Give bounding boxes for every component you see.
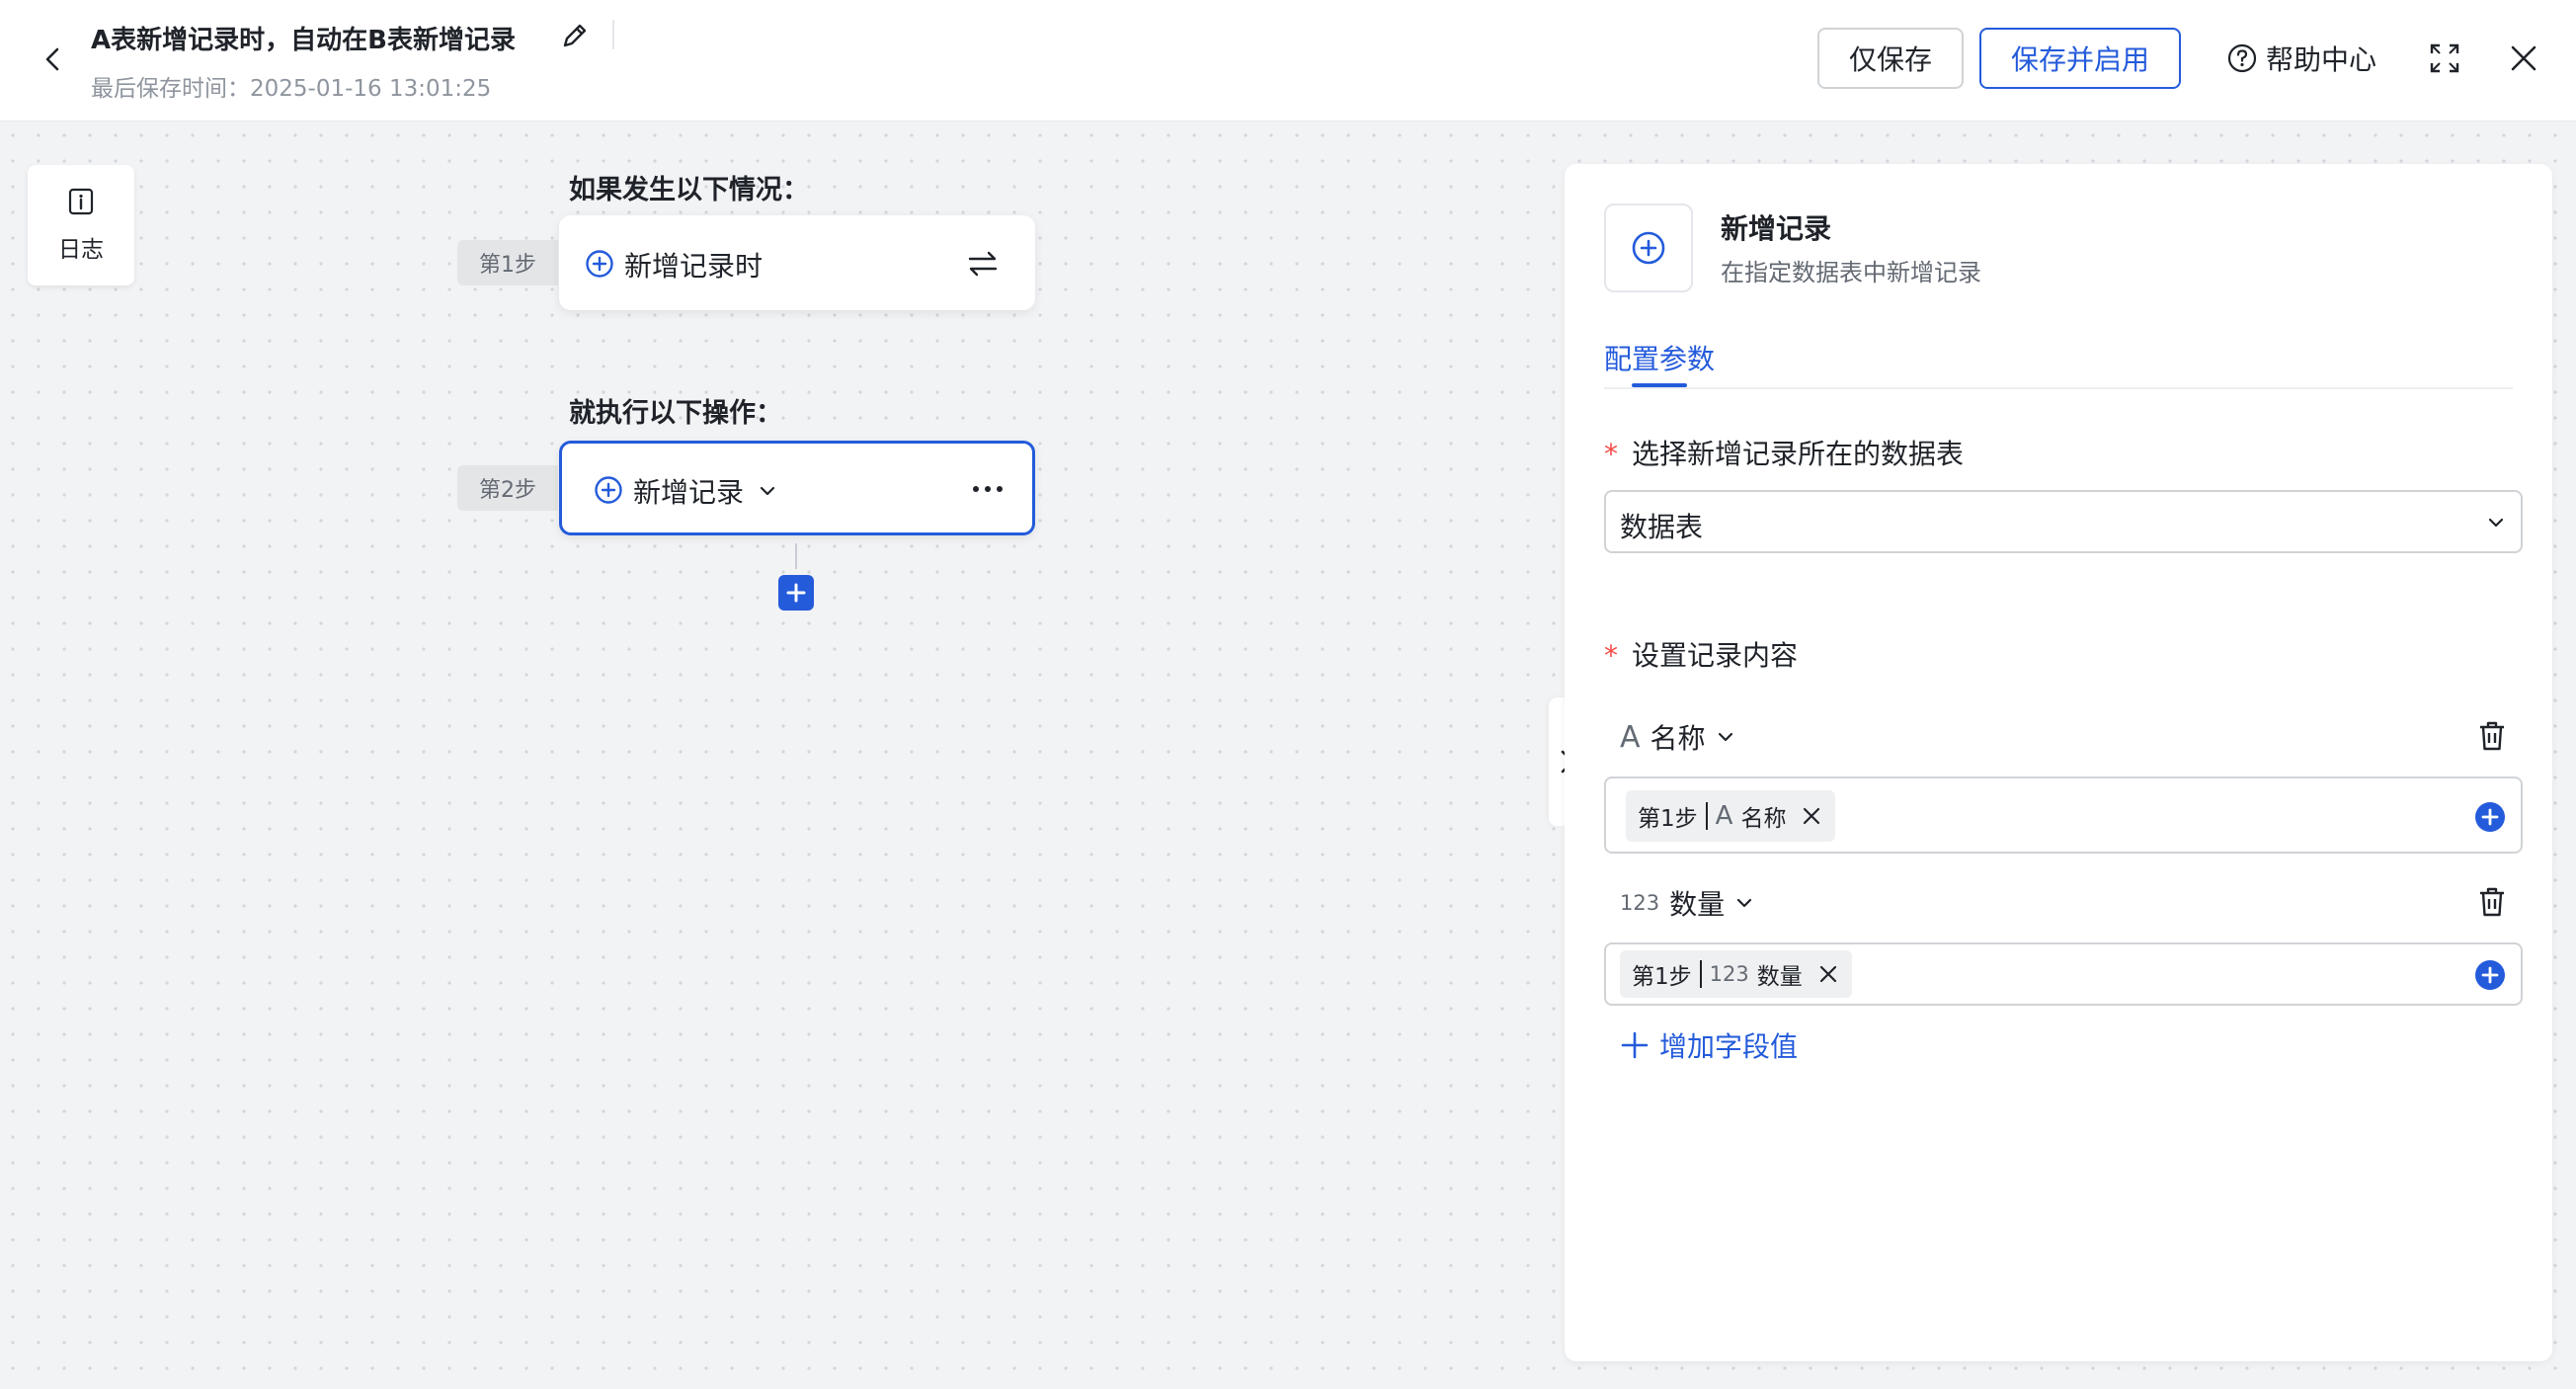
table-select-value: 数据表	[1620, 511, 1704, 543]
action-heading: 就执行以下操作：	[569, 398, 782, 429]
chevron-down-icon	[1718, 732, 1732, 742]
insert-reference-icon[interactable]	[2473, 958, 2507, 992]
tab-config-params[interactable]: 配置参数	[1604, 338, 1715, 377]
chip-field-name: 数量	[1756, 964, 1803, 990]
plus-circle-icon	[595, 476, 622, 504]
panel-title: 新增记录	[1721, 212, 1832, 245]
chip-field-name: 名称	[1740, 806, 1787, 832]
action-node-label: 新增记录	[633, 476, 745, 509]
trash-icon	[2480, 721, 2504, 751]
pencil-icon	[563, 24, 587, 47]
last-saved-info: 最后保存时间：2025-01-16 13:01:25	[91, 69, 491, 103]
title-divider	[612, 20, 614, 49]
last-saved-time: 2025-01-16 13:01:25	[250, 76, 492, 102]
fullscreen-button[interactable]	[2428, 41, 2461, 75]
field-value-box[interactable]: 第1步 123 数量	[1604, 942, 2523, 1006]
field-name: 名称	[1650, 722, 1706, 755]
node-connector	[795, 543, 797, 569]
chevron-down-icon[interactable]	[758, 481, 777, 501]
table-field-label: * 选择新增记录所在的数据表	[1604, 433, 1964, 472]
chip-step: 第1步	[1638, 806, 1698, 832]
trigger-node-label: 新增记录时	[624, 250, 764, 283]
table-select[interactable]: 数据表	[1604, 490, 2523, 553]
content-field-label: * 设置记录内容	[1604, 634, 1798, 674]
chip-step: 第1步	[1632, 964, 1692, 990]
step-1-tag: 第1步	[457, 240, 558, 286]
close-button[interactable]	[2507, 41, 2540, 75]
text-type-icon: A	[1715, 801, 1733, 831]
field-value-box[interactable]: 第1步 A 名称	[1604, 776, 2523, 854]
delete-field-button[interactable]	[2475, 885, 2509, 919]
plus-circle-icon	[1632, 231, 1665, 265]
chevron-down-icon	[2488, 518, 2504, 528]
help-center-label: 帮助中心	[2266, 43, 2377, 76]
help-center-link[interactable]: 帮助中心	[2226, 38, 2376, 79]
info-doc-icon	[68, 188, 94, 215]
config-panel: 新增记录 在指定数据表中新增记录 配置参数 * 选择新增记录所在的数据表 数据表 …	[1565, 164, 2552, 1361]
text-type-icon: A	[1620, 719, 1641, 755]
add-step-button[interactable]	[778, 575, 814, 611]
chevron-left-icon	[45, 47, 59, 71]
action-type-icon-box	[1604, 204, 1693, 292]
expand-icon	[2430, 43, 2459, 73]
trigger-node[interactable]: 新增记录时	[559, 215, 1035, 310]
trigger-heading: 如果发生以下情况：	[569, 175, 809, 205]
save-only-button[interactable]: 仅保存	[1817, 28, 1964, 89]
step-2-tag: 第2步	[457, 465, 558, 511]
content-field-label-text: 设置记录内容	[1632, 639, 1799, 672]
add-field-value-button[interactable]: 增加字段值	[1620, 1025, 1798, 1065]
trash-icon	[2480, 887, 2504, 917]
required-star: *	[1604, 639, 1618, 672]
last-saved-label: 最后保存时间：	[91, 76, 250, 102]
panel-subtitle: 在指定数据表中新增记录	[1721, 259, 1981, 286]
log-button[interactable]: 日志	[28, 165, 134, 286]
remove-chip-icon[interactable]	[1816, 962, 1840, 986]
plus-icon	[1621, 1031, 1649, 1059]
plus-circle-icon	[586, 250, 613, 278]
more-options-icon[interactable]	[971, 479, 1005, 499]
reference-chip: 第1步 A 名称	[1626, 790, 1836, 842]
plus-icon	[786, 583, 806, 603]
log-label: 日志	[58, 237, 104, 263]
tab-divider	[1604, 387, 2513, 389]
required-star: *	[1604, 438, 1618, 470]
add-field-label: 增加字段值	[1659, 1030, 1799, 1063]
question-circle-icon	[2227, 43, 2257, 73]
save-and-enable-button[interactable]: 保存并启用	[1979, 28, 2181, 89]
switch-arrows-icon[interactable]	[966, 249, 1000, 279]
action-node[interactable]: 新增记录	[559, 441, 1035, 535]
chip-separator	[1699, 960, 1702, 988]
remove-chip-icon[interactable]	[1800, 804, 1823, 828]
delete-field-button[interactable]	[2475, 719, 2509, 753]
chevron-down-icon	[1737, 898, 1752, 908]
field-selector-quantity[interactable]: 123 数量	[1620, 881, 1754, 925]
insert-reference-icon[interactable]	[2473, 800, 2507, 834]
back-button[interactable]	[40, 43, 67, 75]
edit-title-button[interactable]	[559, 20, 591, 51]
reference-chip: 第1步 123 数量	[1620, 950, 1852, 998]
chip-separator	[1705, 802, 1708, 830]
number-type-icon: 123	[1620, 891, 1660, 915]
table-field-label-text: 选择新增记录所在的数据表	[1632, 438, 1965, 470]
field-selector-name[interactable]: A 名称	[1620, 715, 1735, 759]
workflow-title: A表新增记录时，自动在B表新增记录	[91, 26, 516, 55]
top-bar: A表新增记录时，自动在B表新增记录 最后保存时间：2025-01-16 13:0…	[0, 0, 2576, 122]
field-name: 数量	[1669, 888, 1726, 921]
close-icon	[2511, 45, 2536, 71]
number-type-icon: 123	[1709, 962, 1749, 986]
